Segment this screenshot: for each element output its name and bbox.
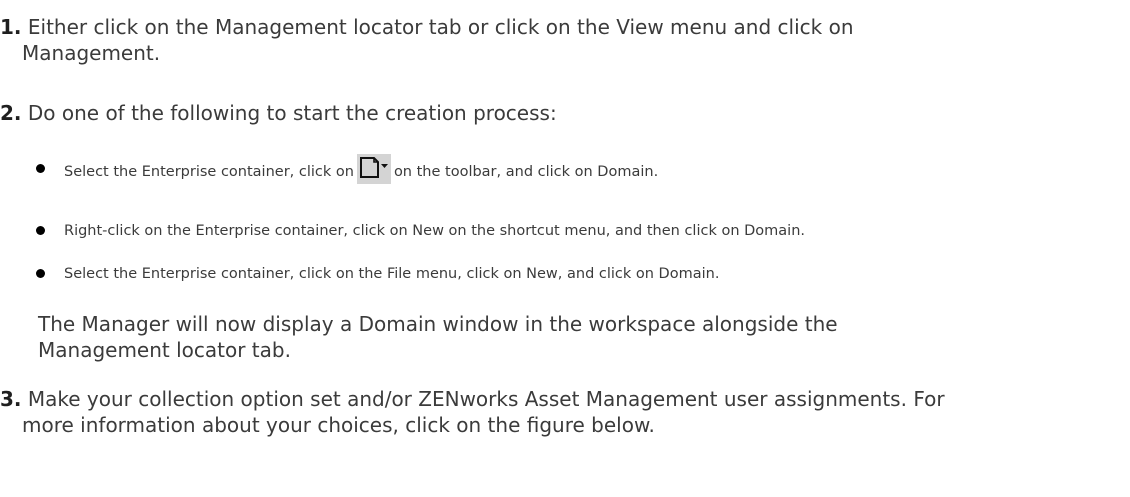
step-3-text-line-1: Make your collection option set and/or Z… xyxy=(27,387,945,411)
step-3-number: 3. xyxy=(0,387,22,411)
step-1-text-line-1: Either click on the Management locator t… xyxy=(27,15,854,39)
step-1-number: 1. xyxy=(0,15,22,39)
bullet-dot-icon xyxy=(36,226,45,235)
bullet-dot-icon xyxy=(36,269,45,278)
bullet-item-2: Right-click on the Enterprise container,… xyxy=(0,221,1125,241)
bullet-item-1-text-before: Select the Enterprise container, click o… xyxy=(64,164,354,180)
bullet-item-1-text-after: on the toolbar, and click on Domain. xyxy=(393,164,659,180)
step-2-number: 2. xyxy=(0,101,22,125)
step-2: 2. Do one of the following to start the … xyxy=(0,100,1120,126)
step-1-text-line-2: Management. xyxy=(22,41,161,65)
bullet-item-3-text: Select the Enterprise container, click o… xyxy=(64,266,720,282)
bullet-item-2-text: Right-click on the Enterprise container,… xyxy=(64,223,806,239)
result-note-line-2: Management locator tab. xyxy=(38,338,291,362)
bullet-item-1: Select the Enterprise container, click o… xyxy=(0,146,1125,184)
bullet-item-1-text: Select the Enterprise container, click o… xyxy=(64,154,658,184)
step-1: 1. Either click on the Management locato… xyxy=(0,14,1120,66)
bullet-item-3: Select the Enterprise container, click o… xyxy=(0,264,1125,284)
step-2-text: Do one of the following to start the cre… xyxy=(27,101,557,125)
bullet-dot-icon xyxy=(36,164,45,173)
result-note: The Manager will now display a Domain wi… xyxy=(38,311,1118,363)
new-document-dropdown-icon xyxy=(356,154,391,184)
step-3: 3. Make your collection option set and/o… xyxy=(0,386,1120,438)
step-3-text-line-2: more information about your choices, cli… xyxy=(22,413,655,437)
result-note-line-1: The Manager will now display a Domain wi… xyxy=(38,312,838,336)
